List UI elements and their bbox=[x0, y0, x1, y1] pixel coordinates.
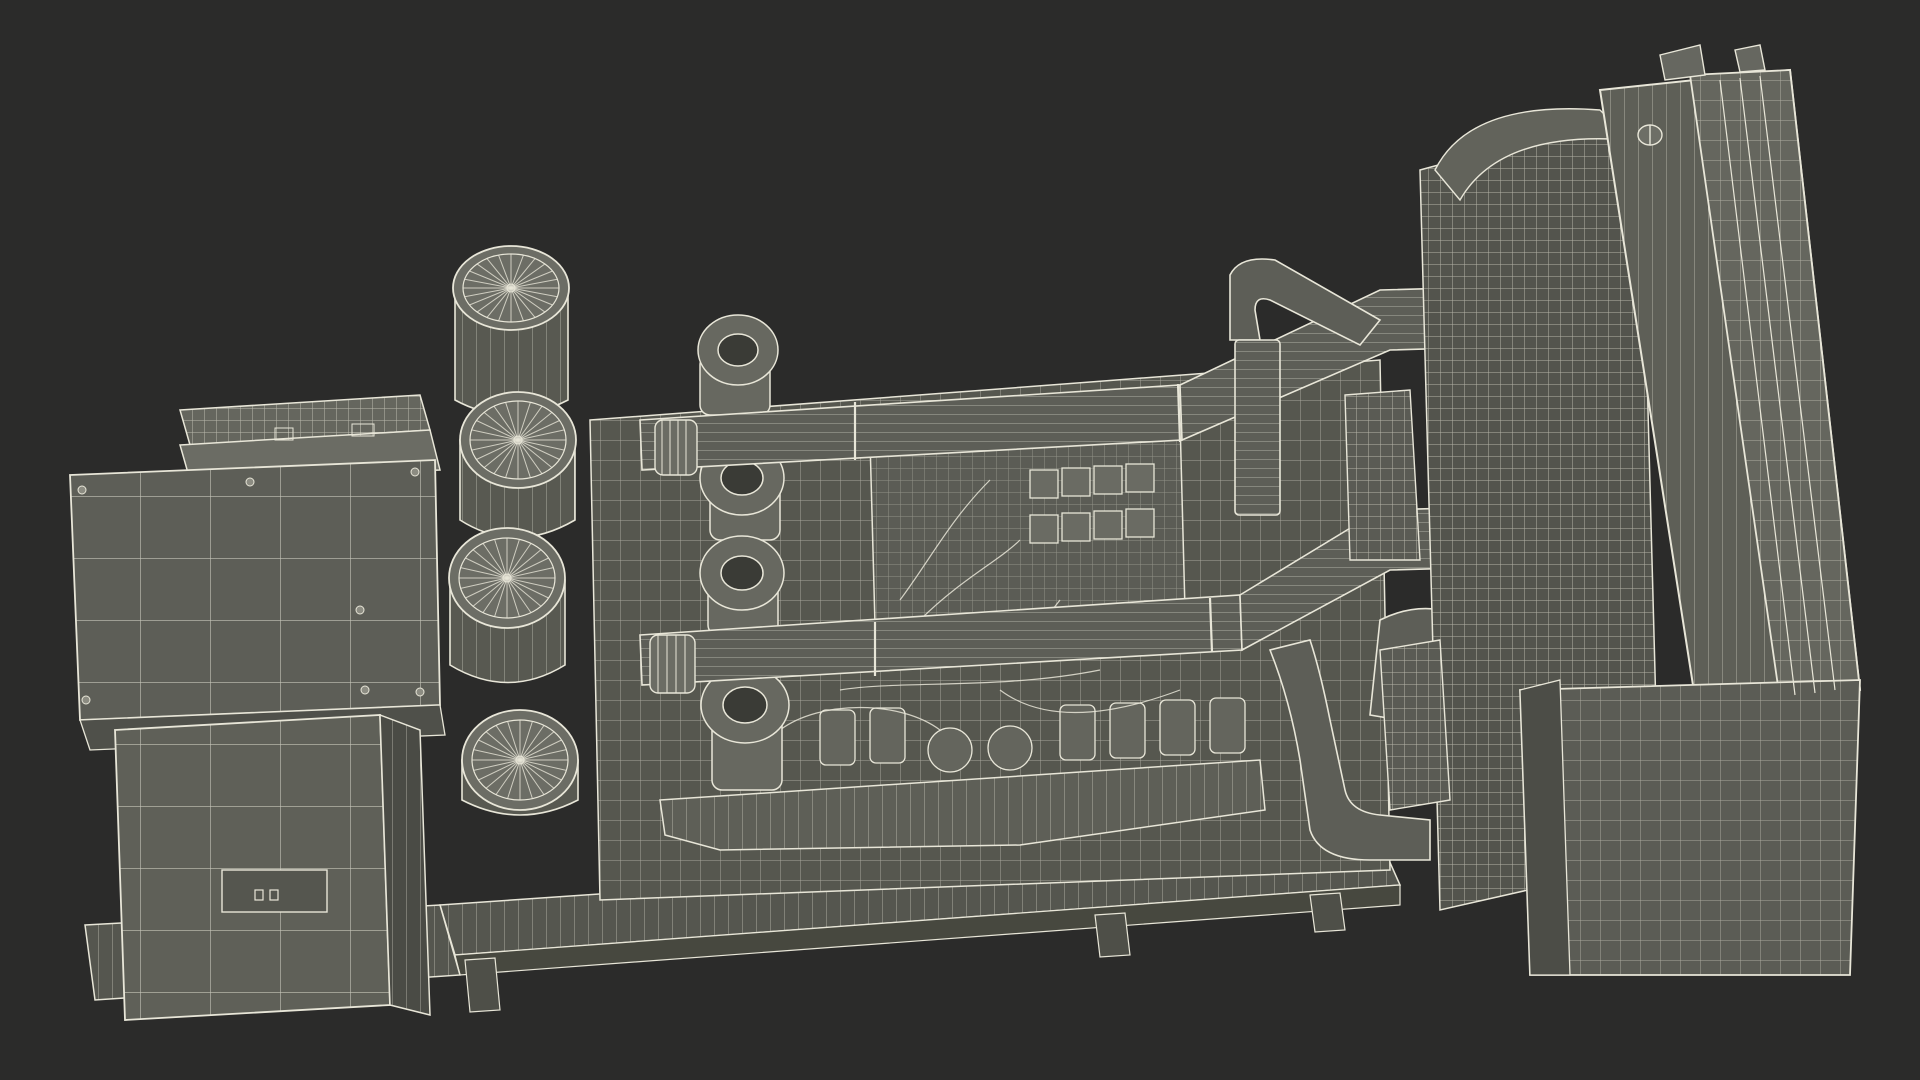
filter-spokes bbox=[470, 401, 566, 479]
radiator bbox=[1419, 44, 1862, 976]
alternator-housing bbox=[69, 394, 446, 1021]
turbo-3 bbox=[699, 535, 785, 636]
filter-spokes bbox=[472, 720, 568, 800]
air-filters bbox=[448, 245, 579, 816]
filter-spokes bbox=[459, 538, 555, 618]
turbo-4 bbox=[700, 666, 790, 791]
wireframe-generator-render bbox=[69, 44, 1862, 1021]
turbochargers bbox=[697, 314, 790, 791]
turbo-1 bbox=[697, 314, 779, 416]
render-viewport bbox=[0, 0, 1920, 1080]
filter-spokes bbox=[463, 254, 559, 322]
